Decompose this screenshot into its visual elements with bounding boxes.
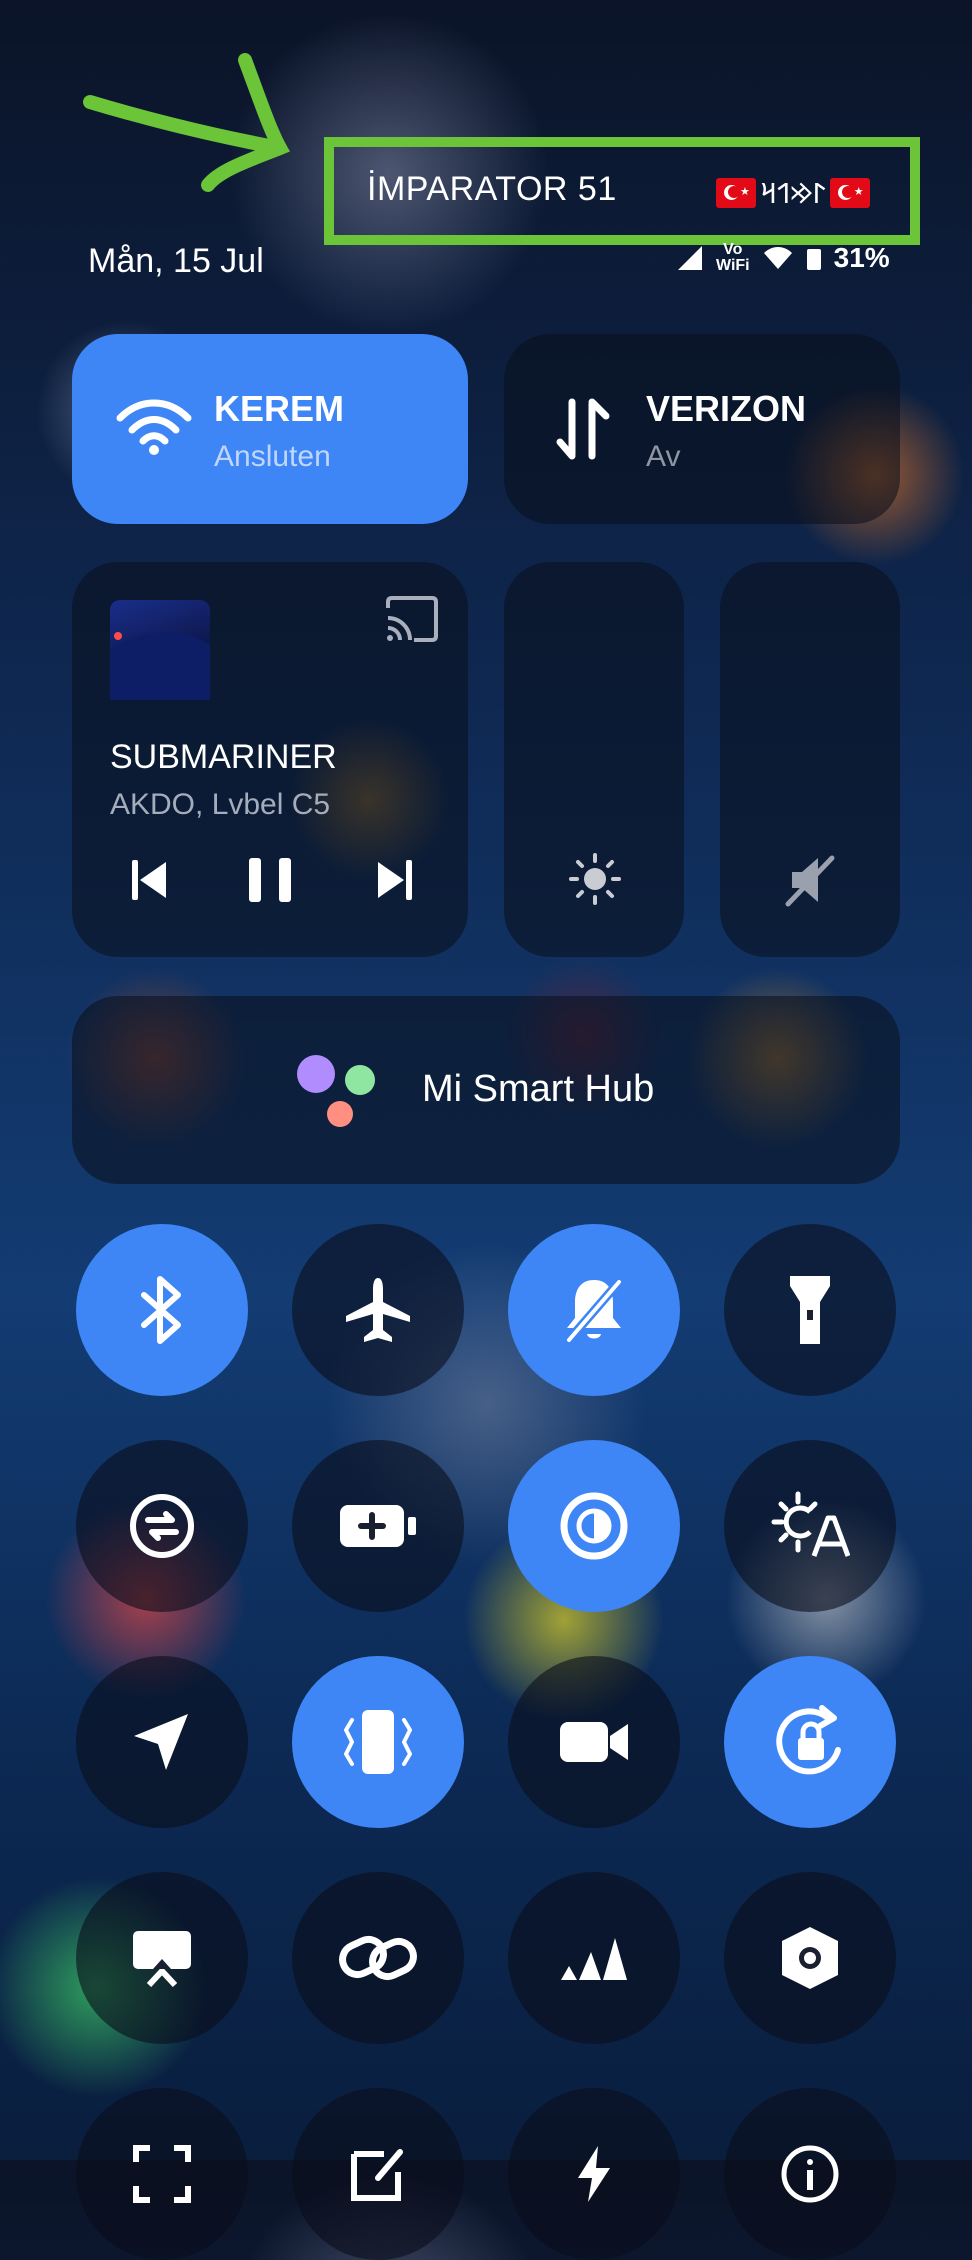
smart-hub-label: Mi Smart Hub	[422, 1068, 655, 1110]
carrier-flags: ★ 𐰃𐰢𐰯𐰺 ★	[716, 176, 870, 210]
info-toggle[interactable]	[724, 2088, 896, 2260]
quick-action-toggle[interactable]	[508, 2088, 680, 2260]
adidas-icon	[561, 1938, 627, 1980]
cast-icon[interactable]	[384, 596, 438, 642]
location-toggle[interactable]	[76, 1656, 248, 1828]
scanner-icon	[133, 2145, 191, 2203]
screen-cast-toggle[interactable]	[76, 1872, 248, 2044]
video-camera-icon	[560, 1722, 628, 1762]
media-artist: AKDO, Lvbel C5	[110, 788, 331, 821]
edit-note-icon	[351, 2149, 403, 2201]
location-icon	[134, 1714, 188, 1770]
mute-bell-icon	[565, 1279, 623, 1343]
date-label: Mån, 15 Jul	[88, 242, 264, 280]
transfer-icon	[130, 1494, 194, 1558]
turkey-flag-icon: ★	[716, 178, 756, 208]
link-icon	[339, 1935, 417, 1981]
cast-screen-icon	[133, 1931, 191, 1987]
settings-shortcut-toggle[interactable]	[724, 1872, 896, 2044]
settings-hex-icon	[782, 1927, 838, 1989]
brightness-icon	[568, 852, 622, 906]
volume-muted-icon	[782, 852, 838, 908]
media-title: SUBMARINER	[110, 738, 337, 776]
annotation-arrow-icon	[80, 50, 300, 210]
pause-button[interactable]	[247, 856, 293, 904]
battery-icon	[806, 249, 821, 270]
info-icon	[781, 2145, 839, 2203]
silent-mode-toggle[interactable]	[508, 1224, 680, 1396]
mi-smart-hub-tile[interactable]: Mi Smart Hub	[72, 996, 900, 1184]
airplane-mode-toggle[interactable]	[292, 1224, 464, 1396]
vowifi-indicator: Vo WiFi	[716, 241, 750, 274]
battery-saver-icon	[340, 1505, 416, 1547]
lightning-icon	[578, 2146, 610, 2202]
media-player-tile[interactable]: SUBMARINER AKDO, Lvbel C5	[72, 562, 468, 957]
screen-recorder-toggle[interactable]	[508, 1656, 680, 1828]
album-art	[110, 600, 210, 700]
turkic-text: 𐰃𐰢𐰯𐰺	[760, 177, 826, 210]
data-transfer-icon	[556, 396, 612, 462]
wifi-tile[interactable]: KEREM Ansluten	[72, 334, 468, 524]
vibrate-icon	[344, 1710, 412, 1774]
wifi-status: Ansluten	[214, 440, 331, 473]
mobile-data-tile[interactable]: VERIZON Av	[504, 334, 900, 524]
airplane-icon	[346, 1278, 410, 1342]
bluetooth-toggle[interactable]	[76, 1224, 248, 1396]
reading-mode-toggle[interactable]	[508, 1440, 680, 1612]
smart-hub-icon	[296, 1054, 386, 1134]
turkey-flag-icon: ★	[829, 178, 870, 208]
wifi-signal-icon	[763, 247, 792, 269]
brightness-slider[interactable]	[504, 562, 684, 957]
auto-brightness-toggle[interactable]	[724, 1440, 896, 1612]
flashlight-icon	[790, 1276, 830, 1344]
carrier-label: İMPARATOR 51	[367, 170, 617, 208]
transfer-toggle[interactable]	[76, 1440, 248, 1612]
rotation-lock-toggle[interactable]	[724, 1656, 896, 1828]
battery-saver-toggle[interactable]	[292, 1440, 464, 1612]
auto-brightness-icon	[771, 1491, 850, 1557]
mobile-carrier-name: VERIZON	[646, 388, 807, 429]
link-toggle[interactable]	[292, 1872, 464, 2044]
note-toggle[interactable]	[292, 2088, 464, 2260]
bluetooth-icon	[141, 1276, 181, 1344]
battery-percent: 31%	[833, 242, 890, 273]
previous-track-button[interactable]	[130, 858, 170, 902]
cellular-signal-icon	[678, 246, 702, 270]
volume-slider[interactable]	[720, 562, 900, 957]
adidas-app-toggle[interactable]	[508, 1872, 680, 2044]
reading-mode-icon	[560, 1492, 628, 1560]
vibrate-toggle[interactable]	[292, 1656, 464, 1828]
rotation-lock-icon	[776, 1705, 841, 1775]
flashlight-toggle[interactable]	[724, 1224, 896, 1396]
next-track-button[interactable]	[374, 858, 414, 902]
mobile-data-status: Av	[646, 440, 681, 473]
scan-toggle[interactable]	[76, 2088, 248, 2260]
wifi-network-name: KEREM	[214, 388, 345, 429]
status-bar: Vo WiFi 31%	[676, 242, 890, 274]
wifi-icon	[116, 398, 192, 456]
